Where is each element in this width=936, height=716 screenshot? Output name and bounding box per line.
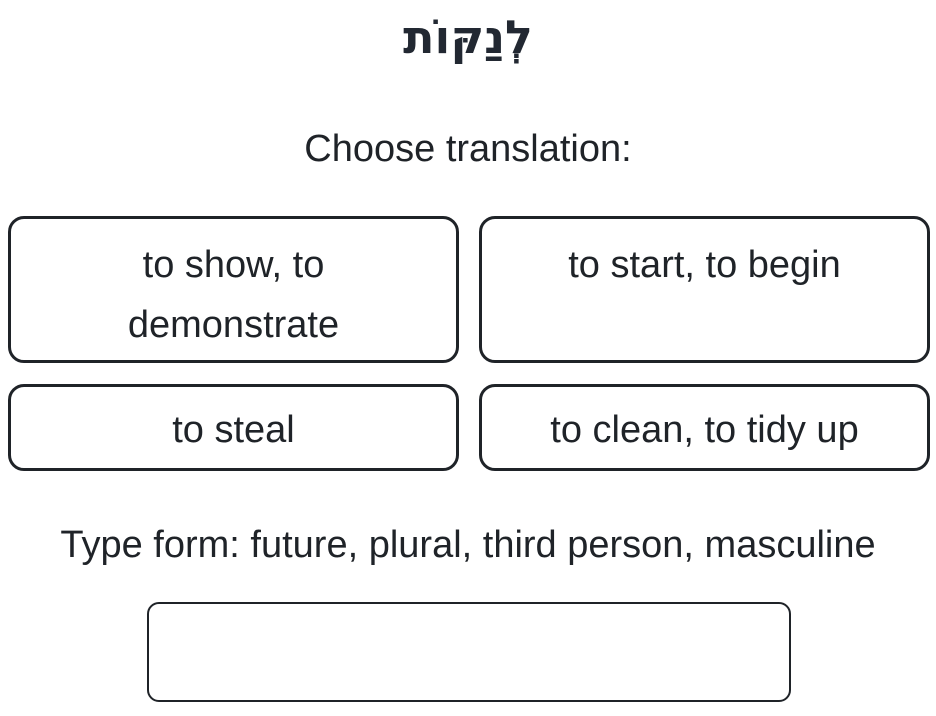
translation-option-label: to start, to begin: [568, 244, 841, 286]
translation-option-start[interactable]: to start, to begin: [479, 216, 930, 363]
translation-option-show[interactable]: to show, to demonstrate: [8, 216, 459, 363]
translation-option-clean[interactable]: to clean, to tidy up: [479, 384, 930, 471]
translation-option-label: to show, to demonstrate: [127, 244, 340, 346]
translation-option-steal[interactable]: to steal: [8, 384, 459, 471]
form-prompt: Type form: future, plural, third person,…: [60, 524, 876, 566]
hebrew-word: לְנַקּוֹת: [403, 10, 533, 64]
choose-translation-prompt: Choose translation:: [304, 128, 632, 170]
answer-input[interactable]: [147, 602, 791, 702]
